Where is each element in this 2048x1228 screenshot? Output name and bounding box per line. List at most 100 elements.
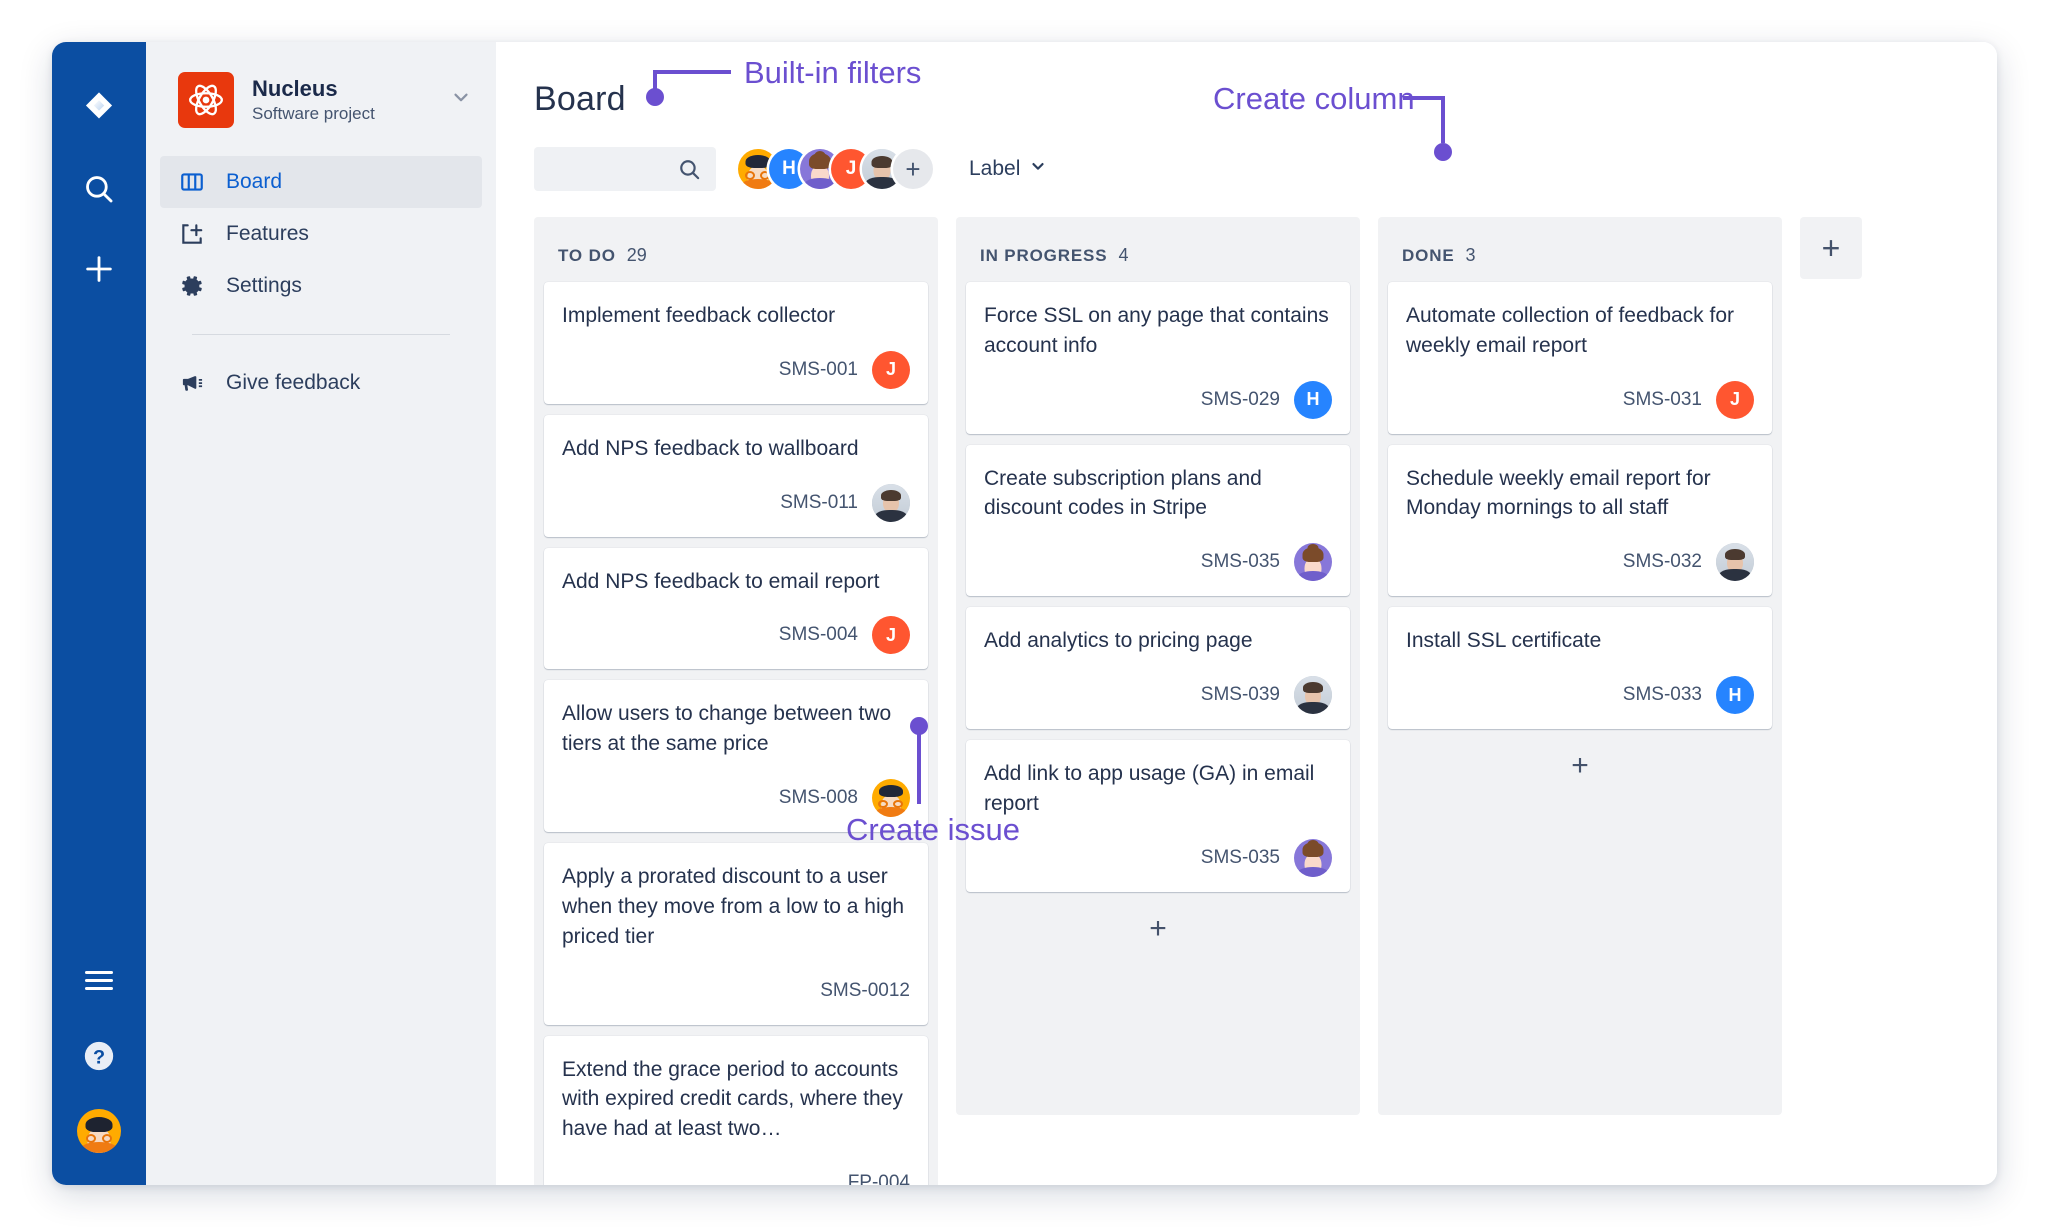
avatar-initial: J [845, 158, 857, 179]
board-column: IN PROGRESS 4 Force SSL on any page that c… [956, 217, 1360, 1115]
create-plus-icon[interactable] [76, 246, 122, 292]
issue-card[interactable]: Add NPS feedback to email report SMS-004 J [544, 547, 928, 670]
annotation-built-in-filters: Built-in filters [744, 55, 922, 90]
issue-card[interactable]: Add analytics to pricing page SMS-039 [966, 607, 1350, 730]
issue-card[interactable]: Automate collection of feedback for week… [1388, 282, 1772, 434]
megaphone-icon [178, 369, 206, 397]
avatar-initial: H [1728, 684, 1742, 705]
avatar-initial: J [1729, 389, 1740, 410]
issue-title: Implement feedback collector [562, 304, 836, 327]
global-nav-top [52, 42, 146, 292]
avatar-man-photo[interactable] [1294, 676, 1332, 715]
project-sidebar: Nucleus Software project Board Features … [146, 42, 496, 1185]
issue-card-footer: SMS-029 H [984, 380, 1332, 419]
hamburger-icon[interactable] [76, 957, 122, 1003]
issue-title: Add NPS feedback to wallboard [562, 436, 859, 460]
add-assignee-filter-button[interactable]: + [893, 149, 933, 189]
issue-title: Add link to app usage (GA) in email repo… [984, 762, 1315, 815]
issue-card[interactable]: Add NPS feedback to wallboard SMS-011 [544, 414, 928, 537]
issue-title: Schedule weekly email report for Monday … [1406, 466, 1711, 520]
issue-card-footer: SMS-033 H [1406, 676, 1754, 715]
create-issue-button[interactable]: + [966, 903, 1350, 955]
search-input[interactable] [534, 147, 716, 191]
create-issue-button[interactable]: + [1388, 740, 1772, 792]
annotation-create-column: Create column [1213, 81, 1415, 116]
screenshot-canvas: ? Nucleus Software project Board Feature… [0, 0, 2048, 1228]
issue-title: Force SSL on any page that contains acco… [984, 304, 1329, 357]
sidebar-item-features[interactable]: Features [160, 208, 482, 260]
issue-card-footer: SMS-035 [984, 543, 1332, 582]
issue-key: SMS-029 [1200, 388, 1280, 410]
project-name: Nucleus [252, 75, 338, 101]
board-column: TO DO 29 Implement feedback collector SMS-0… [534, 217, 938, 1185]
issue-card-footer: SMS-039 [984, 676, 1332, 715]
sidebar-divider [192, 334, 450, 335]
issue-card[interactable]: Force SSL on any page that contains acco… [966, 282, 1350, 434]
issue-key: FP-004 [847, 1171, 910, 1185]
avatar-man-photo[interactable] [1716, 543, 1754, 582]
issue-card-footer: SMS-004 J [562, 616, 910, 655]
issue-card[interactable]: Create subscription plans and discount c… [966, 444, 1350, 597]
avatar-woman-purple[interactable] [1294, 543, 1332, 582]
avatar-initial: J [885, 359, 896, 380]
column-title: IN PROGRESS [980, 246, 1108, 265]
avatar-h[interactable]: H [1716, 676, 1754, 715]
annotation-create-issue: Create issue [846, 812, 1021, 847]
avatar-h[interactable]: H [1294, 380, 1332, 419]
avatar-j[interactable]: J [1716, 380, 1754, 419]
jira-logo-icon[interactable] [76, 86, 122, 132]
project-subtitle: Software project [252, 104, 375, 124]
column-count: 3 [1465, 245, 1476, 265]
issue-card[interactable]: Add link to app usage (GA) in email repo… [966, 740, 1350, 892]
issue-card[interactable]: Install SSL certificate SMS-033 H [1388, 607, 1772, 730]
board-column: DONE 3 Automate collection of feedback for… [1378, 217, 1782, 1115]
column-header: IN PROGRESS 4 [966, 227, 1350, 282]
issue-title: Allow users to change between two tiers … [562, 702, 892, 756]
issue-key: SMS-035 [1200, 551, 1280, 573]
search-icon[interactable] [76, 166, 122, 212]
issue-key: SMS-031 [1622, 388, 1702, 410]
issue-card[interactable]: Apply a prorated discount to a user when… [544, 843, 928, 1025]
issue-key: SMS-011 [780, 491, 858, 513]
avatar-j[interactable]: J [872, 350, 910, 389]
issue-card[interactable]: Extend the grace period to accounts with… [544, 1035, 928, 1185]
sidebar-item-label: Settings [226, 274, 302, 297]
issue-card-footer: SMS-035 [984, 838, 1332, 877]
label-filter-label: Label [969, 157, 1021, 180]
issue-key: SMS-035 [1200, 846, 1280, 868]
sidebar-item-give-feedback[interactable]: Give feedback [160, 357, 482, 409]
issue-title: Install SSL certificate [1406, 629, 1602, 653]
issue-card[interactable]: Implement feedback collector SMS-001 J [544, 282, 928, 404]
issue-key: SMS-008 [778, 787, 858, 809]
issue-key: SMS-0012 [820, 979, 910, 1001]
user-avatar-icon[interactable] [77, 1109, 121, 1153]
avatar-man-photo[interactable] [872, 483, 910, 522]
avatar-initial: H [782, 158, 796, 179]
label-filter-dropdown[interactable]: Label [969, 157, 1047, 181]
issue-key: SMS-004 [778, 624, 858, 646]
assignee-filter-avatars: H J + [738, 149, 933, 189]
board-columns: TO DO 29 Implement feedback collector SMS-0… [534, 217, 1997, 1185]
issue-card[interactable]: Allow users to change between two tiers … [544, 680, 928, 833]
project-meta: Nucleus Software project [252, 75, 432, 126]
avatar-woman-purple[interactable] [1294, 838, 1332, 877]
global-nav-bottom: ? [52, 957, 146, 1153]
create-column-button[interactable]: + [1800, 217, 1862, 279]
sidebar-item-settings[interactable]: Settings [160, 260, 482, 312]
issue-key: SMS-001 [778, 358, 858, 380]
features-icon [178, 220, 206, 248]
sidebar-nav-list: Board Features Settings Give feedback [146, 156, 496, 409]
sidebar-item-board[interactable]: Board [160, 156, 482, 208]
avatar-initial: J [885, 624, 896, 645]
chevron-down-icon[interactable] [450, 86, 472, 114]
global-navigation-rail: ? [52, 42, 146, 1185]
issue-card[interactable]: Schedule weekly email report for Monday … [1388, 444, 1772, 597]
issue-card-footer: SMS-011 [562, 483, 910, 522]
column-header: DONE 3 [1388, 227, 1772, 282]
issue-title: Apply a prorated discount to a user when… [562, 865, 905, 948]
avatar-j[interactable]: J [872, 616, 910, 655]
issue-title: Add analytics to pricing page [984, 629, 1253, 653]
issue-key: SMS-039 [1200, 684, 1280, 706]
project-switcher[interactable]: Nucleus Software project [146, 72, 496, 128]
question-circle-icon[interactable]: ? [76, 1033, 122, 1079]
